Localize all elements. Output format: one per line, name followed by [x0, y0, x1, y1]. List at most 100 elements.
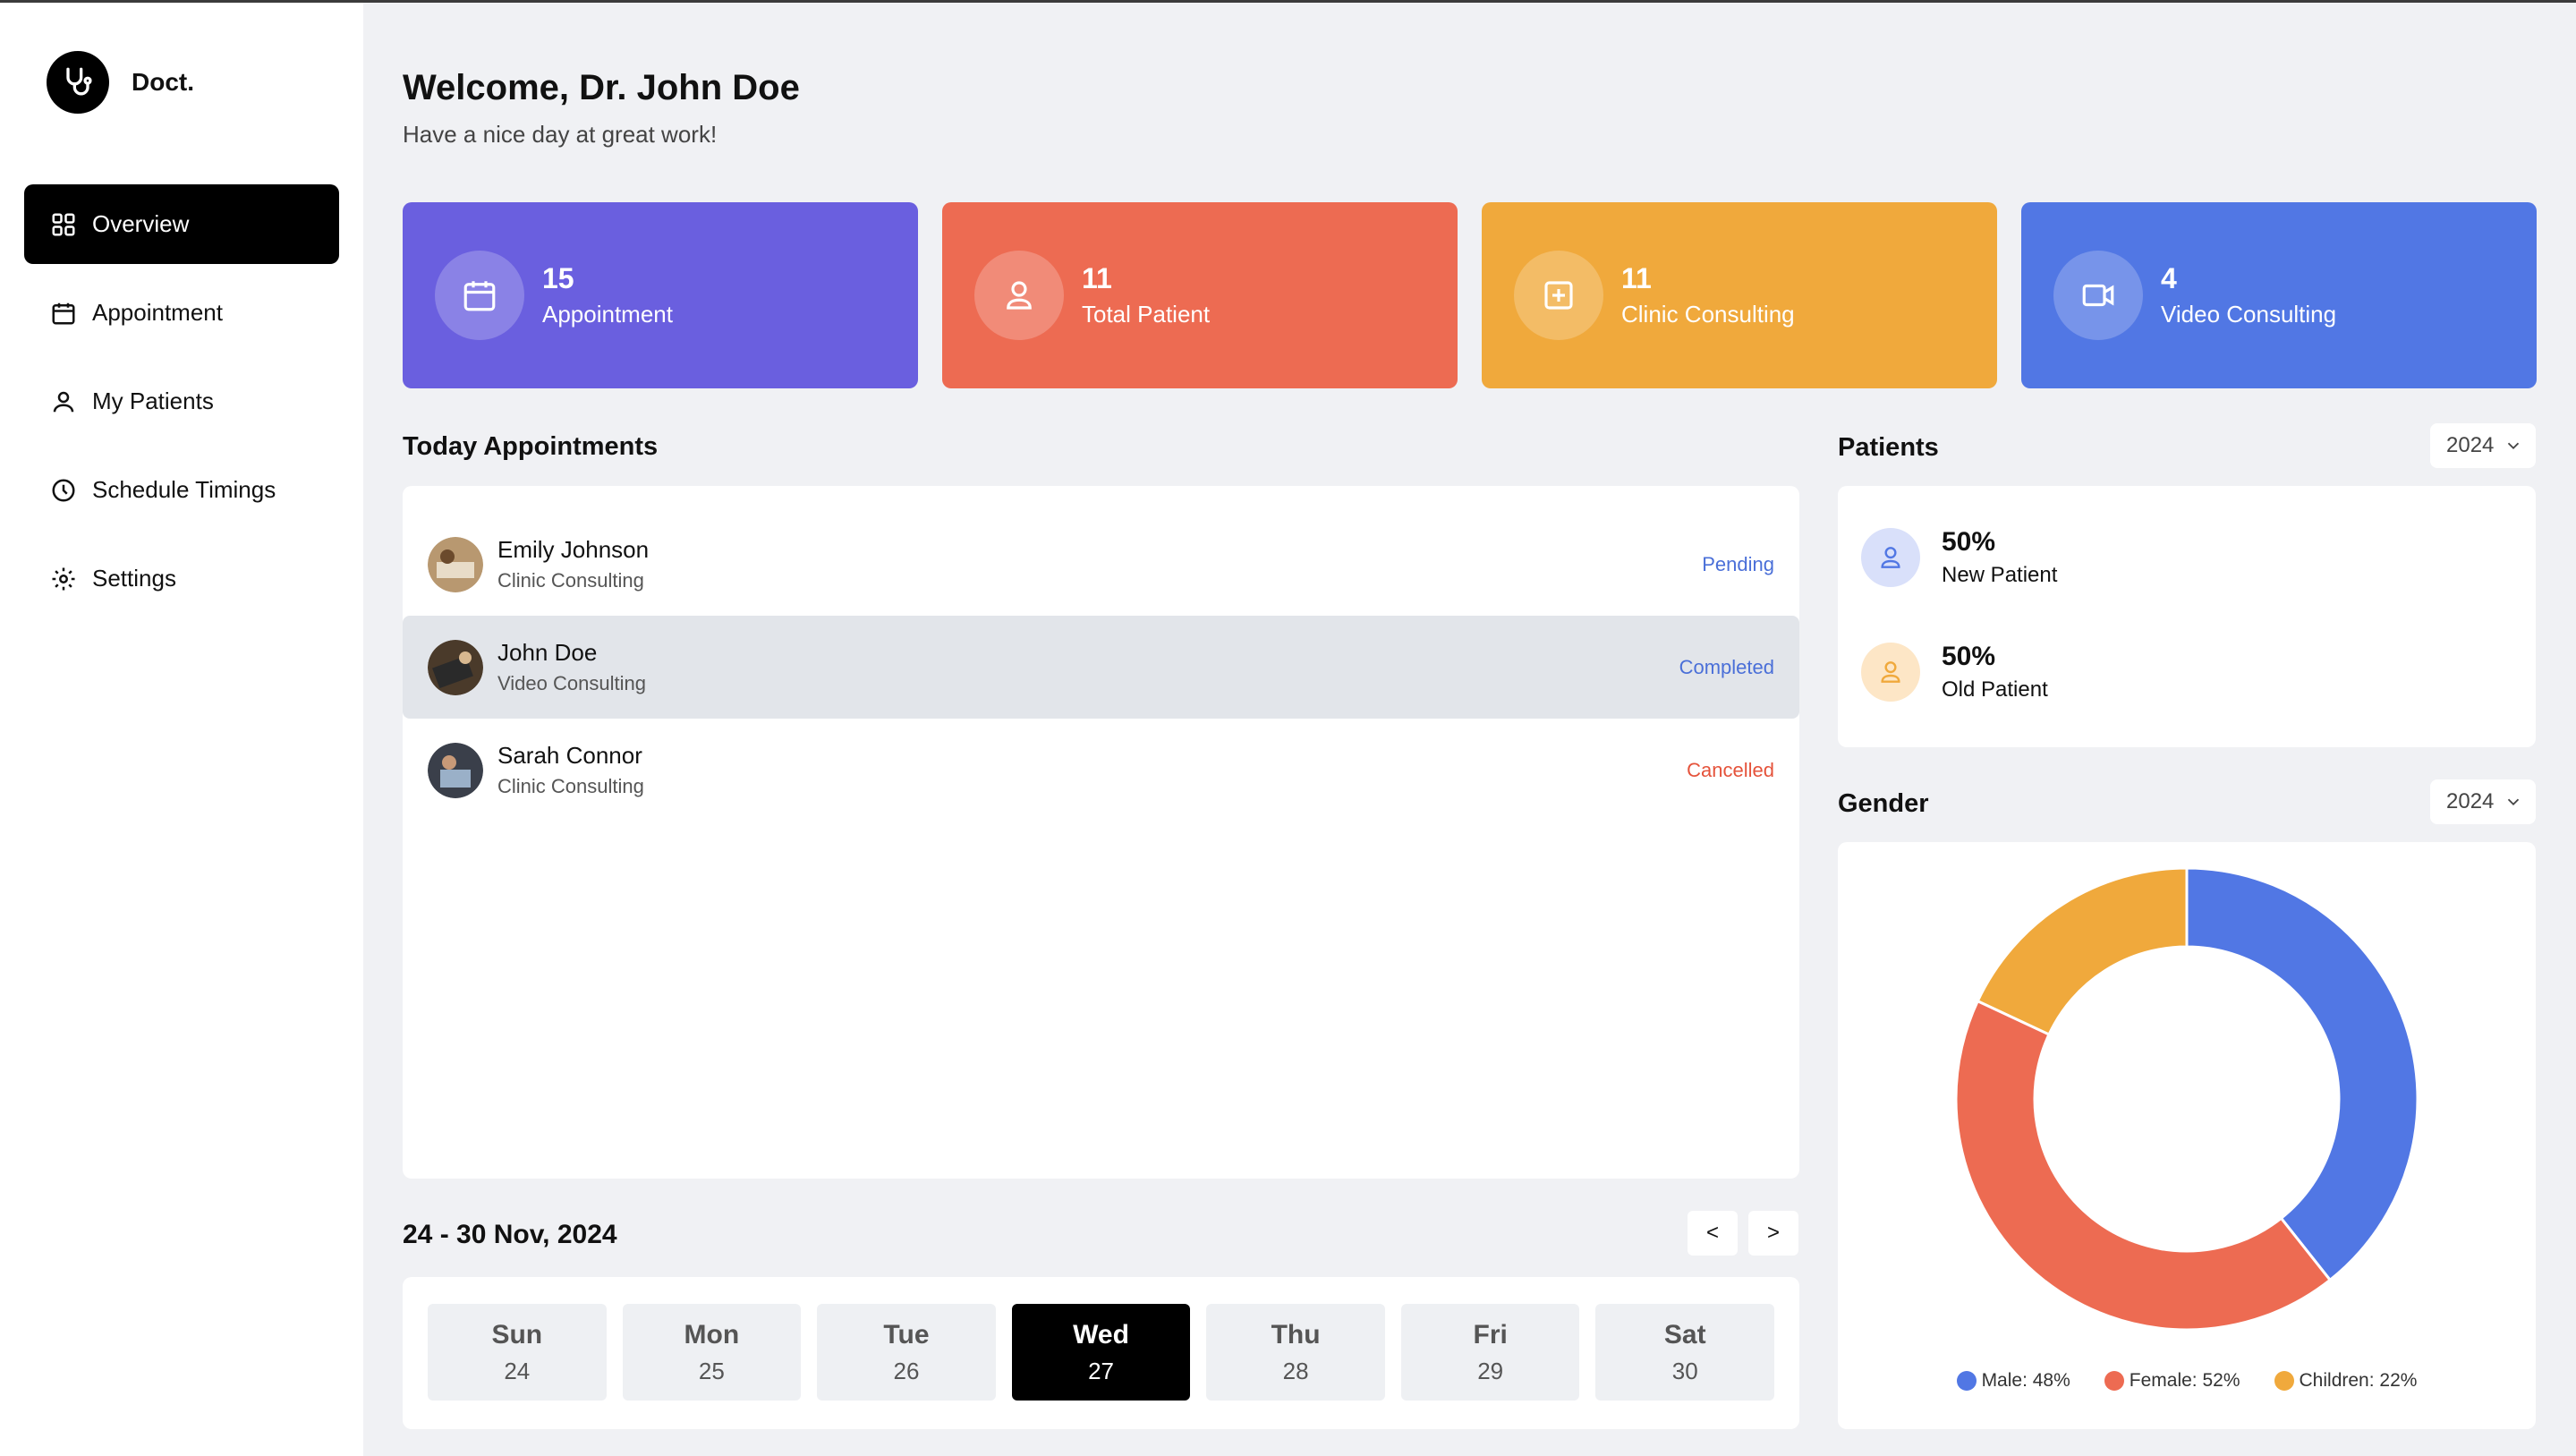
day-number: 30	[1671, 1357, 1698, 1384]
user-icon	[974, 251, 1064, 340]
list-item[interactable]: Sarah Connor Clinic Consulting Cancelled	[403, 719, 1799, 822]
main-content: Welcome, Dr. John Doe Have a nice day at…	[363, 3, 2576, 1456]
avatar	[428, 536, 483, 592]
new-patient-stat: 50% New Patient	[1861, 527, 2057, 588]
new-patient-percent: 50%	[1942, 527, 1996, 557]
appointment-name: Emily Johnson	[497, 536, 650, 563]
day-name: Wed	[1073, 1319, 1129, 1350]
donut-slice-children[interactable]	[1976, 866, 2189, 1036]
new-patient-label: New Patient	[1942, 563, 2058, 587]
old-patient-label: Old Patient	[1942, 677, 2048, 702]
stethoscope-icon	[47, 51, 109, 114]
stat-value: 15	[542, 262, 574, 294]
day-number: 27	[1088, 1357, 1114, 1384]
day-wed[interactable]: Wed 27	[1011, 1304, 1191, 1401]
sidebar-item-overview[interactable]: Overview	[24, 184, 339, 264]
sidebar-item-schedule-timings[interactable]: Schedule Timings	[24, 450, 339, 530]
legend-item-children: Children: 22%	[2274, 1370, 2418, 1392]
gender-title: Gender	[1838, 789, 1929, 818]
appointment-name: John Doe	[497, 639, 598, 666]
calendar-icon	[435, 251, 524, 340]
status-badge: Completed	[1679, 655, 1774, 678]
chart-legend: Male: 48% Female: 52% Children: 22%	[1838, 1370, 2536, 1392]
legend-label: Male: 48%	[1981, 1370, 2070, 1391]
appointment-name: Sarah Connor	[497, 742, 642, 769]
stat-value: 4	[2161, 262, 2177, 294]
appointment-type: Video Consulting	[497, 672, 646, 694]
stat-label: Clinic Consulting	[1621, 301, 1795, 328]
appointment-type: Clinic Consulting	[497, 569, 644, 592]
day-name: Fri	[1473, 1319, 1508, 1350]
stat-label: Appointment	[542, 301, 673, 328]
stats-row: 15 Appointment 11 Total Patient 11 Clini…	[403, 202, 2537, 388]
stat-value: 11	[1082, 262, 1112, 294]
old-patient-stat: 50% Old Patient	[1861, 642, 2048, 702]
day-number: 28	[1282, 1357, 1309, 1384]
patients-title: Patients	[1838, 433, 1939, 462]
year-value: 2024	[2446, 789, 2495, 813]
sidebar-item-label: Appointment	[92, 299, 223, 326]
sidebar-item-my-patients[interactable]: My Patients	[24, 362, 339, 441]
day-sat[interactable]: Sat 30	[1595, 1304, 1775, 1401]
stat-card-appointment[interactable]: 15 Appointment	[403, 202, 918, 388]
old-patient-percent: 50%	[1942, 642, 1996, 671]
legend-dot	[2274, 1371, 2294, 1391]
stat-card-total-patient[interactable]: 11 Total Patient	[942, 202, 1458, 388]
list-item[interactable]: John Doe Video Consulting Completed	[403, 616, 1799, 719]
clock-icon	[49, 476, 78, 505]
day-name: Sat	[1663, 1319, 1706, 1350]
day-tue[interactable]: Tue 26	[817, 1304, 996, 1401]
gender-chart-card: Male: 48% Female: 52% Children: 22%	[1838, 842, 2536, 1429]
patients-summary: 50% New Patient 50% Old Patient	[1838, 486, 2536, 747]
status-badge: Cancelled	[1687, 758, 1774, 781]
day-number: 24	[504, 1357, 531, 1384]
day-name: Mon	[684, 1319, 740, 1350]
stat-card-clinic-consulting[interactable]: 11 Clinic Consulting	[1482, 202, 1997, 388]
legend-item-male: Male: 48%	[1956, 1370, 2070, 1392]
week-pager: < >	[1688, 1211, 1798, 1256]
day-sun[interactable]: Sun 24	[428, 1304, 607, 1401]
stat-label: Total Patient	[1082, 301, 1211, 328]
sidebar-item-label: Settings	[92, 565, 176, 592]
patients-year-select[interactable]: 2024	[2430, 423, 2536, 468]
day-thu[interactable]: Thu 28	[1206, 1304, 1385, 1401]
sidebar-item-settings[interactable]: Settings	[24, 539, 339, 618]
medical-plus-icon	[1514, 251, 1603, 340]
legend-dot	[2104, 1371, 2124, 1391]
chevron-down-icon	[2504, 436, 2523, 462]
list-item[interactable]: Emily Johnson Clinic Consulting Pending	[403, 513, 1799, 616]
day-name: Thu	[1271, 1319, 1321, 1350]
gender-year-select[interactable]: 2024	[2430, 779, 2536, 824]
week-range-title: 24 - 30 Nov, 2024	[403, 1220, 617, 1249]
legend-label: Female: 52%	[2129, 1370, 2240, 1391]
stat-card-video-consulting[interactable]: 4 Video Consulting	[2021, 202, 2537, 388]
year-value: 2024	[2446, 433, 2495, 457]
appointments-list: Emily Johnson Clinic Consulting Pending …	[403, 486, 1799, 1179]
app-logo[interactable]: Doct.	[47, 51, 194, 114]
day-fri[interactable]: Fri 29	[1400, 1304, 1580, 1401]
page-subtitle: Have a nice day at great work!	[403, 121, 718, 148]
day-number: 26	[893, 1357, 920, 1384]
sidebar-nav: Overview Appointment My Patients Schedul…	[24, 184, 339, 627]
grid-icon	[49, 210, 78, 239]
user-icon	[49, 387, 78, 416]
legend-label: Children: 22%	[2299, 1370, 2418, 1391]
app-name: Doct.	[132, 68, 194, 96]
donut-slice-female[interactable]	[1954, 999, 2333, 1332]
legend-item-female: Female: 52%	[2104, 1370, 2240, 1392]
prev-week-button[interactable]: <	[1688, 1211, 1738, 1256]
status-badge: Pending	[1702, 552, 1774, 575]
chevron-down-icon	[2504, 792, 2523, 818]
sidebar: Doct. Overview Appointment My Patients S…	[0, 3, 363, 1456]
page-title: Welcome, Dr. John Doe	[403, 68, 800, 107]
stat-label: Video Consulting	[2161, 301, 2337, 328]
appointment-type: Clinic Consulting	[497, 775, 644, 797]
gender-donut-chart	[1954, 866, 2419, 1332]
sidebar-item-label: Overview	[92, 210, 190, 237]
gear-icon	[49, 565, 78, 593]
day-mon[interactable]: Mon 25	[622, 1304, 802, 1401]
sidebar-item-appointment[interactable]: Appointment	[24, 273, 339, 353]
next-week-button[interactable]: >	[1748, 1211, 1798, 1256]
day-number: 25	[698, 1357, 725, 1384]
donut-slice-male[interactable]	[2185, 866, 2419, 1282]
